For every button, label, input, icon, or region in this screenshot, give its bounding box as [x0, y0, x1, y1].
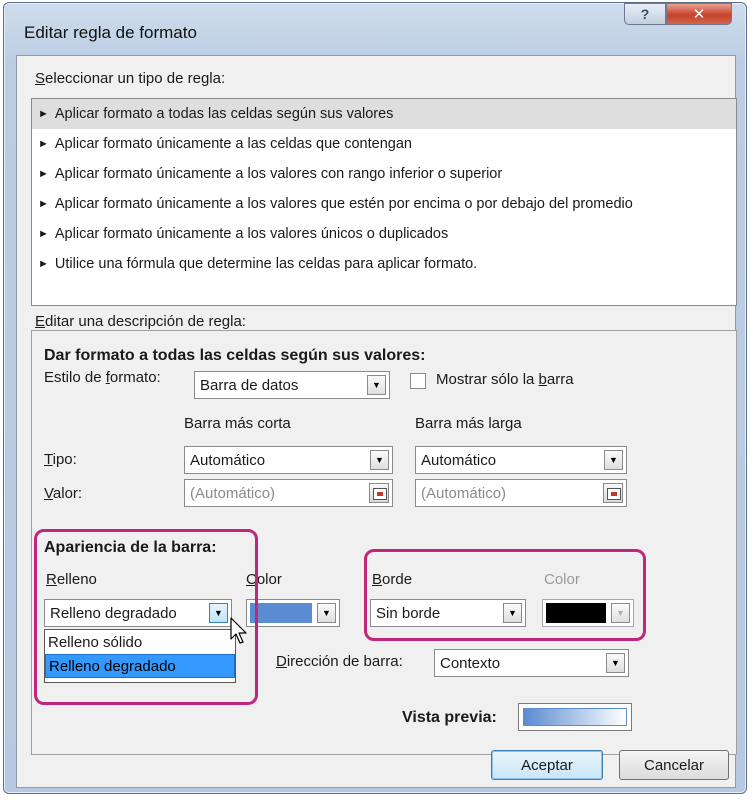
longest-bar-type-value: Automático	[421, 451, 497, 469]
rule-description-label: Editar una descripción de regla:	[35, 313, 246, 330]
chevron-down-icon[interactable]: ▼	[367, 375, 386, 395]
shortest-bar-type-value: Automático	[190, 451, 266, 469]
help-icon: ?	[640, 6, 650, 22]
rule-type-item-label: Aplicar formato únicamente a las celdas …	[54, 136, 412, 152]
show-bar-only-checkbox[interactable]	[410, 373, 426, 389]
dialog-title: Editar regla de formato	[24, 23, 197, 42]
dialog-client-area: Seleccionar un tipo de regla: ► Aplicar f…	[16, 55, 737, 788]
help-button[interactable]: ?	[624, 3, 666, 25]
shortest-bar-value: (Automático)	[190, 484, 276, 502]
longest-bar-value-input[interactable]: (Automático)	[415, 479, 627, 507]
mouse-cursor-icon	[230, 617, 247, 644]
rule-type-item-label: Aplicar formato a todas las celdas según…	[54, 106, 394, 122]
bar-direction-value: Contexto	[440, 654, 501, 672]
close-icon: ✕	[692, 6, 706, 23]
value-label: Valor:	[44, 485, 82, 502]
cancel-button[interactable]: Cancelar	[619, 750, 729, 780]
longest-bar-type-select[interactable]: Automático ▼	[415, 446, 627, 474]
value-label-text: alor:	[52, 485, 83, 502]
longest-bar-value: (Automático)	[421, 484, 507, 502]
play-arrow-icon: ►	[38, 168, 49, 180]
rule-type-item[interactable]: ► Utilice una fórmula que determine las c…	[32, 249, 736, 279]
rule-type-item[interactable]: ► Aplicar formato únicamente a las celdas…	[32, 129, 736, 159]
rule-type-item[interactable]: ► Aplicar formato únicamente a los valore…	[32, 189, 736, 219]
preview-label: Vista previa:	[402, 709, 497, 726]
show-bar-only-post: arra	[546, 371, 574, 388]
close-button[interactable]: ✕	[666, 3, 732, 25]
range-picker-icon[interactable]	[603, 483, 623, 503]
play-arrow-icon: ►	[38, 228, 49, 240]
format-style-value: Barra de datos	[200, 376, 299, 394]
type-label-text: ipo:	[52, 451, 77, 468]
show-bar-only-pre: Mostrar sólo la	[436, 371, 539, 388]
type-label-accel: T	[44, 451, 53, 468]
rule-description-panel: Dar formato a todas las celdas según sus…	[31, 330, 737, 755]
rule-type-list[interactable]: ► Aplicar formato a todas las celdas segú…	[31, 98, 737, 306]
rule-type-item-label: Aplicar formato únicamente a los valores…	[54, 166, 503, 182]
rule-type-item[interactable]: ► Aplicar formato únicamente a los valore…	[32, 159, 736, 189]
rule-type-label-accel: S	[35, 70, 46, 87]
shortest-bar-label: Barra más corta	[184, 415, 291, 432]
rule-description-label-text: ditar una descripción de regla:	[45, 313, 246, 330]
dialog-window: Editar regla de formato ? ✕ Seleccionar …	[3, 2, 747, 794]
chevron-down-icon[interactable]: ▼	[604, 450, 623, 470]
rule-type-item[interactable]: ► Aplicar formato únicamente a los valore…	[32, 219, 736, 249]
shortest-bar-value-input[interactable]: (Automático)	[184, 479, 393, 507]
ok-button[interactable]: Aceptar	[491, 750, 603, 780]
highlight-border-callout	[364, 549, 646, 641]
rule-type-item-label: Aplicar formato únicamente a los valores…	[54, 196, 633, 212]
rule-description-label-accel: E	[35, 313, 46, 330]
rule-type-label: Seleccionar un tipo de regla:	[35, 70, 225, 87]
bar-direction-label: Dirección de barra:	[276, 653, 403, 670]
chevron-down-icon[interactable]: ▼	[370, 450, 389, 470]
format-style-label-pre: Estilo de	[44, 369, 106, 386]
rule-type-label-text: eleccionar un tipo de regla:	[45, 70, 226, 87]
value-label-accel: V	[44, 485, 53, 502]
fill-color-picker[interactable]: ▼	[246, 599, 340, 627]
range-picker-icon[interactable]	[369, 483, 389, 503]
show-bar-only-label: Mostrar sólo la barra	[436, 371, 574, 388]
preview-bar	[523, 708, 627, 726]
play-arrow-icon: ►	[38, 138, 49, 150]
title-bar-buttons: ? ✕	[624, 3, 732, 25]
format-style-select[interactable]: Barra de datos ▼	[194, 371, 390, 399]
shortest-bar-type-select[interactable]: Automático ▼	[184, 446, 393, 474]
rule-type-item-label: Utilice una fórmula que determine las ce…	[54, 256, 478, 272]
play-arrow-icon: ►	[38, 108, 49, 120]
type-label: Tipo:	[44, 451, 77, 468]
fill-color-swatch	[250, 603, 312, 623]
play-arrow-icon: ►	[38, 198, 49, 210]
format-style-label: Estilo de formato:	[44, 369, 161, 386]
preview-box	[518, 703, 632, 731]
rule-type-item-label: Aplicar formato únicamente a los valores…	[54, 226, 449, 242]
longest-bar-label: Barra más larga	[415, 415, 522, 432]
highlight-fill-callout	[34, 529, 258, 705]
description-heading: Dar formato a todas las celdas según sus…	[44, 347, 426, 364]
rule-type-item[interactable]: ► Aplicar formato a todas las celdas segú…	[32, 99, 736, 129]
bar-direction-select[interactable]: Contexto ▼	[434, 649, 629, 677]
bar-direction-label-text: irección de barra:	[286, 653, 403, 670]
chevron-down-icon[interactable]: ▼	[317, 603, 336, 623]
show-bar-only-accel: b	[538, 371, 547, 388]
format-style-label-post: ormato:	[109, 369, 161, 386]
chevron-down-icon[interactable]: ▼	[606, 653, 625, 673]
fill-color-label-text: olor	[256, 571, 282, 588]
play-arrow-icon: ►	[38, 258, 49, 270]
bar-direction-label-accel: D	[276, 653, 287, 670]
